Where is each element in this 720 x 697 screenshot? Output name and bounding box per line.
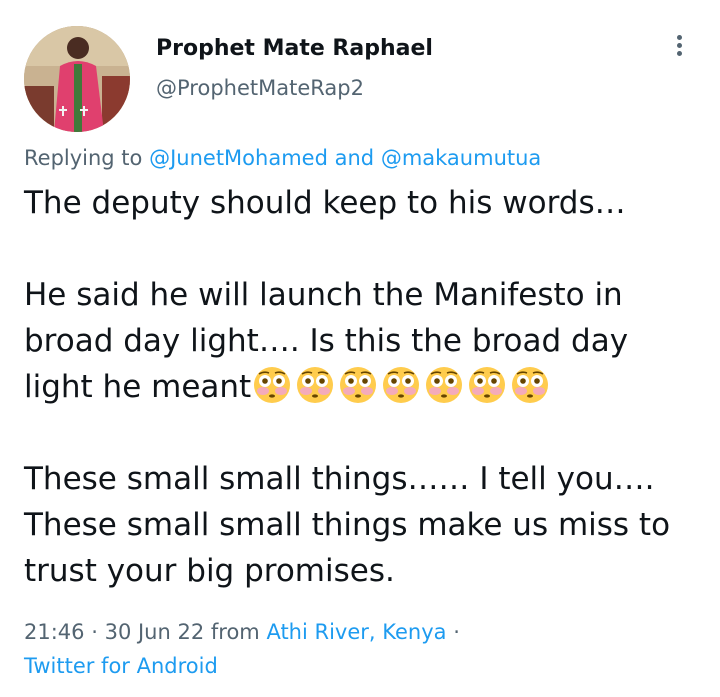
flushed-face-emoji [512,367,549,403]
tweet-line: The deputy should keep to his words… [24,185,626,221]
replying-to-label: Replying to [24,146,143,170]
meta-from-label: from [210,620,260,644]
author-display-name[interactable]: Prophet Mate Raphael [156,36,433,61]
flushed-face-emoji [426,367,463,403]
flushed-face-emoji [297,367,334,403]
tweet-line: broad day light…. Is this the broad day [24,323,629,359]
tweet-time[interactable]: 21:46 [24,620,85,644]
tweet-line: These small small things make us miss to [24,507,671,543]
reply-conjunction: and [334,146,375,170]
flushed-face-emoji [469,367,506,403]
flushed-face-emoji [254,367,291,403]
location-link[interactable]: Athi River, Kenya [266,620,446,644]
flushed-face-emoji [383,367,420,403]
tweet-line-with-emoji: light he meant [24,364,704,410]
meta-separator: · [91,620,98,644]
source-link[interactable]: Twitter for Android [24,654,218,678]
author-handle[interactable]: @ProphetMateRap2 [156,76,364,100]
tweet-line: He said he will launch the Manifesto in [24,277,623,313]
avatar[interactable] [24,26,130,132]
flushed-face-emoji [340,367,377,403]
tweet-meta: 21:46 · 30 Jun 22 from Athi River, Kenya… [24,620,460,644]
tweet-text: The deputy should keep to his words… He … [24,180,704,594]
tweet-line-text: light he meant [24,369,252,405]
vertical-ellipsis-icon[interactable] [666,32,692,62]
meta-separator: · [453,620,460,644]
tweet-line: trust your big promises. [24,553,395,589]
tweet-date[interactable]: 30 Jun 22 [105,620,205,644]
reply-user-link-2[interactable]: @makaumutua [381,146,541,170]
reply-user-link-1[interactable]: @JunetMohamed [149,146,328,170]
tweet-line: These small small things…… I tell you…. [24,461,655,497]
replying-to: Replying to @JunetMohamed and @makaumutu… [24,146,541,170]
emoji-row [252,365,550,405]
